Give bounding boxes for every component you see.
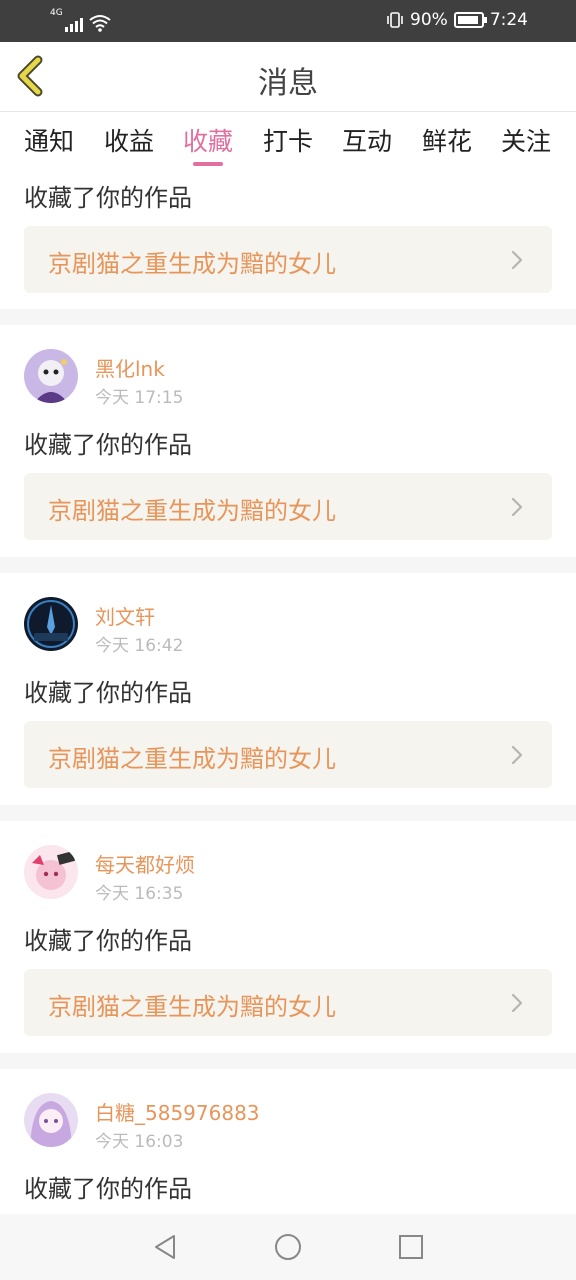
clock-time: 7:24: [489, 10, 528, 30]
action-text: 收藏了你的作品: [24, 431, 192, 459]
tab-interaction[interactable]: 互动: [337, 122, 397, 158]
tab-flowers[interactable]: 鲜花: [417, 122, 477, 158]
work-link[interactable]: 京剧猫之重生成为黯的女儿: [24, 721, 552, 788]
recents-square-icon[interactable]: [396, 1232, 426, 1262]
wifi-icon: [89, 15, 111, 32]
chevron-right-icon: [511, 993, 523, 1013]
tab-earnings[interactable]: 收益: [99, 122, 159, 158]
chevron-right-icon: [511, 250, 523, 270]
list-item: 收藏了你的作品 京剧猫之重生成为黯的女儿: [0, 172, 576, 309]
action-text: 收藏了你的作品: [24, 184, 192, 212]
work-title: 京剧猫之重生成为黯的女儿: [48, 250, 336, 278]
back-triangle-icon[interactable]: [150, 1232, 180, 1262]
timestamp: 今天 17:15: [95, 388, 184, 408]
list-item: 白糖_585976883 今天 16:03 收藏了你的作品: [0, 1069, 576, 1214]
action-text: 收藏了你的作品: [24, 679, 192, 707]
timestamp: 今天 16:42: [95, 636, 184, 656]
tab-bar: 通知 收益 收藏 打卡 互动 鲜花 关注: [0, 112, 576, 172]
action-text: 收藏了你的作品: [24, 927, 192, 955]
username[interactable]: 白糖_585976883: [95, 1097, 260, 1126]
status-right: 90% 7:24: [386, 10, 528, 30]
username[interactable]: 黑化lnk: [95, 353, 165, 382]
chevron-right-icon: [511, 497, 523, 517]
tab-favorites[interactable]: 收藏: [178, 122, 238, 158]
username[interactable]: 刘文轩: [95, 601, 155, 630]
username[interactable]: 每天都好烦: [95, 849, 195, 878]
work-link[interactable]: 京剧猫之重生成为黯的女儿: [24, 226, 552, 293]
message-list[interactable]: 收藏了你的作品 京剧猫之重生成为黯的女儿 黑化lnk 今天 17:15 收藏了你…: [0, 172, 576, 1214]
work-title: 京剧猫之重生成为黯的女儿: [48, 993, 336, 1021]
timestamp: 今天 16:35: [95, 884, 184, 904]
page-title: 消息: [258, 66, 318, 101]
status-left: 4G: [50, 9, 111, 32]
system-nav-bar: [0, 1214, 576, 1280]
active-tab-indicator: [193, 162, 223, 166]
action-text: 收藏了你的作品: [24, 1175, 192, 1203]
status-bar: 4G 90% 7:24: [0, 0, 576, 42]
tab-following[interactable]: 关注: [496, 122, 556, 158]
battery-icon: [453, 12, 487, 28]
work-link[interactable]: 京剧猫之重生成为黯的女儿: [24, 473, 552, 540]
avatar[interactable]: [24, 349, 78, 403]
battery-percent: 90%: [410, 10, 448, 30]
top-bar: 消息: [0, 42, 576, 112]
avatar[interactable]: [24, 845, 78, 899]
list-item: 每天都好烦 今天 16:35 收藏了你的作品 京剧猫之重生成为黯的女儿: [0, 821, 576, 1053]
chevron-right-icon: [511, 745, 523, 765]
network-type-label: 4G: [50, 8, 63, 18]
home-circle-icon[interactable]: [273, 1232, 303, 1262]
work-title: 京剧猫之重生成为黯的女儿: [48, 745, 336, 773]
work-title: 京剧猫之重生成为黯的女儿: [48, 497, 336, 525]
work-link[interactable]: 京剧猫之重生成为黯的女儿: [24, 969, 552, 1036]
timestamp: 今天 16:03: [95, 1132, 184, 1152]
list-item: 刘文轩 今天 16:42 收藏了你的作品 京剧猫之重生成为黯的女儿: [0, 573, 576, 805]
tab-notifications[interactable]: 通知: [19, 122, 79, 158]
tab-check-in[interactable]: 打卡: [258, 122, 318, 158]
list-item: 黑化lnk 今天 17:15 收藏了你的作品 京剧猫之重生成为黯的女儿: [0, 325, 576, 557]
signal-icon: [64, 16, 83, 32]
avatar[interactable]: [24, 597, 78, 651]
avatar[interactable]: [24, 1093, 78, 1147]
vibrate-icon: [387, 12, 403, 28]
